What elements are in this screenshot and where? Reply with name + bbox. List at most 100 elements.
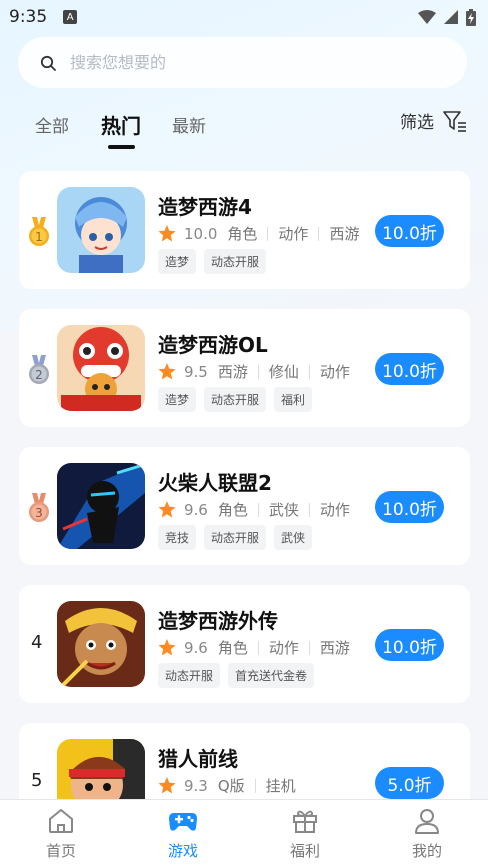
bottom-nav: 首页 游戏 福利 我的 [0, 799, 488, 867]
category-divider [254, 778, 256, 793]
game-icon-image[interactable] [57, 325, 145, 411]
game-category: 修仙 [268, 363, 299, 381]
game-score: 9.6 [184, 638, 208, 657]
category-divider [257, 502, 259, 517]
game-tag: 造梦 [158, 387, 197, 412]
gamepad-icon [169, 813, 197, 831]
game-score: 9.6 [184, 500, 208, 519]
game-category: 西游 [217, 363, 248, 381]
game-card[interactable]: 1 造梦西游4 10.0 角色 动作 西游 造梦 动态开服 10.0折 [19, 171, 470, 289]
game-tag: 武侠 [274, 525, 313, 550]
discount-button[interactable]: 10.0折 [375, 353, 444, 385]
svg-text:1: 1 [35, 230, 43, 244]
nav-home[interactable]: 首页 [0, 800, 122, 867]
game-tag: 首充送代金卷 [228, 663, 315, 688]
game-category: 动作 [319, 501, 350, 519]
rank-number: 5 [31, 770, 43, 791]
game-category: 角色 [217, 639, 248, 657]
game-meta: 10.0 角色 动作 西游 [158, 223, 359, 244]
filter-icon [443, 110, 466, 132]
rank-number: 4 [31, 632, 43, 653]
game-title: 造梦西游OL [158, 333, 268, 357]
nav-welfare[interactable]: 福利 [244, 800, 366, 867]
category-divider [308, 364, 310, 379]
active-tab-indicator [108, 145, 135, 149]
discount-button[interactable]: 10.0折 [375, 629, 444, 661]
gift-icon [293, 810, 317, 833]
game-icon-image[interactable] [57, 601, 145, 687]
user-icon [415, 809, 439, 834]
game-title: 猎人前线 [158, 747, 238, 771]
nav-label: 游戏 [167, 842, 198, 860]
game-tag: 动态开服 [204, 249, 267, 274]
game-card[interactable]: 3 火柴人联盟2 9.6 角色 武侠 动作 竞技 动态开服 武侠 10.0折 [19, 447, 470, 565]
discount-button[interactable]: 10.0折 [375, 491, 444, 523]
game-category: 西游 [329, 225, 360, 243]
game-icon-image[interactable] [57, 187, 145, 273]
filter-button[interactable]: 筛选 [400, 108, 468, 133]
game-list: 1 造梦西游4 10.0 角色 动作 西游 造梦 动态开服 10.0折 2 造梦… [19, 171, 470, 861]
game-category: 武侠 [268, 501, 299, 519]
nav-label: 首页 [45, 842, 76, 860]
svg-text:3: 3 [35, 506, 43, 520]
status-bar: 9:35 A [0, 0, 488, 34]
game-tag: 福利 [274, 387, 313, 412]
category-divider [308, 502, 310, 517]
game-tag: 动态开服 [204, 387, 267, 412]
game-category: 角色 [227, 225, 258, 243]
status-time: 9:35 [9, 7, 48, 27]
nav-games[interactable]: 游戏 [122, 800, 244, 867]
filter-label: 筛选 [400, 113, 434, 133]
tab-all[interactable]: 全部 [35, 112, 69, 137]
game-meta: 9.3 Q版 挂机 [158, 775, 296, 796]
game-tags: 造梦 动态开服 福利 [158, 387, 313, 412]
svg-text:2: 2 [35, 368, 43, 382]
game-category: Q版 [217, 777, 245, 795]
game-tags: 动态开服 首充送代金卷 [158, 663, 315, 688]
game-card[interactable]: 2 造梦西游OL 9.5 西游 修仙 动作 造梦 动态开服 福利 10.0折 [19, 309, 470, 427]
nav-label: 我的 [411, 842, 442, 860]
search-bar[interactable] [18, 37, 467, 88]
game-tags: 竞技 动态开服 武侠 [158, 525, 313, 550]
category-divider [257, 640, 259, 655]
game-tag: 造梦 [158, 249, 197, 274]
game-meta: 9.5 西游 修仙 动作 [158, 361, 350, 382]
star-icon [158, 777, 176, 794]
signal-icon [444, 10, 458, 24]
game-category: 角色 [217, 501, 248, 519]
game-tags: 造梦 动态开服 [158, 249, 267, 274]
game-category: 挂机 [265, 777, 296, 795]
game-tag: 竞技 [158, 525, 197, 550]
star-icon [158, 225, 176, 242]
gold-medal-icon: 1 [29, 217, 49, 246]
battery-icon [466, 8, 476, 26]
nav-label: 福利 [289, 842, 320, 860]
game-score: 9.3 [184, 776, 208, 795]
game-title: 造梦西游外传 [158, 609, 278, 633]
tab-latest[interactable]: 最新 [172, 112, 206, 137]
game-score: 10.0 [184, 224, 218, 243]
nav-profile[interactable]: 我的 [366, 800, 488, 867]
star-icon [158, 501, 176, 518]
game-category: 动作 [278, 225, 309, 243]
star-icon [158, 639, 176, 656]
home-icon [49, 809, 73, 833]
game-meta: 9.6 角色 武侠 动作 [158, 499, 350, 520]
star-icon [158, 363, 176, 380]
silver-medal-icon: 2 [29, 355, 49, 384]
game-category: 动作 [319, 363, 350, 381]
discount-button[interactable]: 5.0折 [375, 767, 444, 799]
game-title: 火柴人联盟2 [158, 471, 272, 495]
category-divider [257, 364, 259, 379]
category-divider [267, 226, 269, 241]
game-icon-image[interactable] [57, 463, 145, 549]
game-category: 西游 [319, 639, 350, 657]
search-input[interactable] [70, 53, 430, 72]
wifi-icon [418, 10, 436, 24]
notification-icon: A [63, 10, 78, 24]
tab-hot[interactable]: 热门 [101, 110, 141, 139]
game-tag: 动态开服 [158, 663, 221, 688]
discount-button[interactable]: 10.0折 [375, 215, 444, 247]
game-card[interactable]: 4 造梦西游外传 9.6 角色 动作 西游 动态开服 首充送代金卷 10.0折 [19, 585, 470, 703]
category-divider [308, 640, 310, 655]
